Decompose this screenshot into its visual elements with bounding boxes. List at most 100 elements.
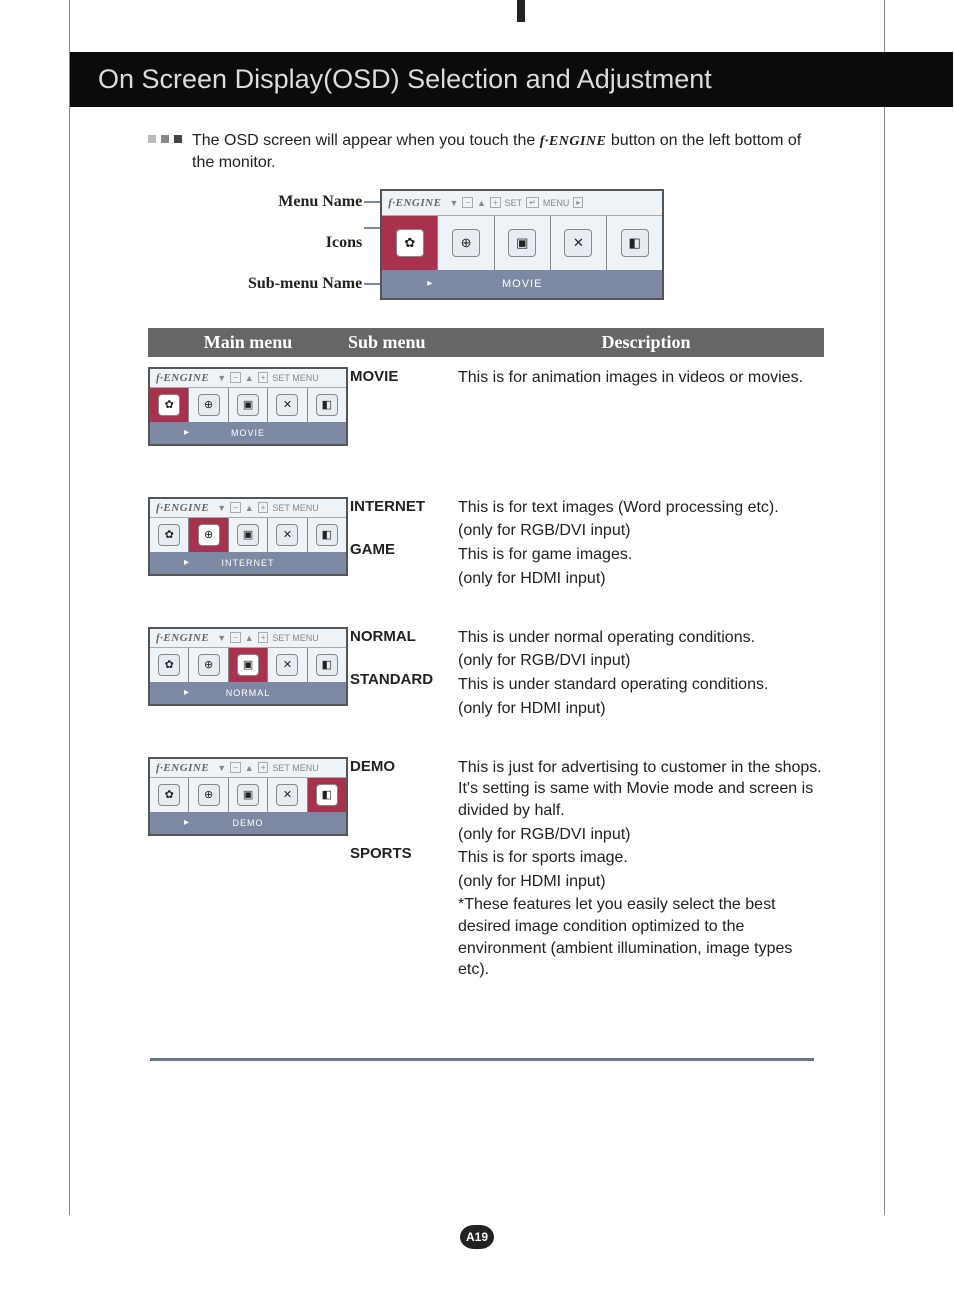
intro-part-a: The OSD screen will appear when you touc… — [192, 132, 540, 149]
submenu-label: NORMAL — [350, 627, 452, 647]
footnote-text: *These features let you easily select th… — [458, 894, 824, 980]
x-box-icon: ✕ — [276, 654, 298, 676]
table-row: f·ENGINE▼− ▲+ SET MENU ✿ ⊕ ▣ ✕ ◧ NORMAL … — [148, 627, 824, 747]
film-reel-icon: ✿ — [158, 524, 180, 546]
osd-nav-icons: ▼− ▲+ SET ↵ MENU▸ — [449, 197, 583, 208]
osd-submenu-bar: MOVIE — [150, 422, 346, 444]
osd-screenshot-large: f·ENGINE ▼− ▲+ SET ↵ MENU▸ ✿ ⊕ ▣ ✕ ◧ MOV… — [380, 189, 664, 300]
osd-submenu-bar: INTERNET — [150, 552, 346, 574]
film-reel-icon: ✿ — [158, 394, 180, 416]
desc-note: (only for RGB/DVI input) — [458, 824, 824, 846]
globe-icon: ⊕ — [452, 229, 480, 257]
submenu-col: MOVIE — [350, 367, 452, 487]
table-row: f·ENGINE▼− ▲+ SET MENU ✿ ⊕ ▣ ✕ ◧ INTERNE… — [148, 497, 824, 617]
tick-icon — [174, 135, 182, 143]
desc-text: This is under standard operating conditi… — [458, 674, 824, 696]
crop-frame: On Screen Display(OSD) Selection and Adj… — [69, 0, 885, 1215]
fengine-logo: f·ENGINE — [156, 762, 209, 774]
fengine-logo: f·ENGINE — [388, 197, 441, 209]
desc-note: (only for HDMI input) — [458, 698, 824, 720]
desc-note: (only for HDMI input) — [458, 871, 824, 893]
desc-text: This is just for advertising to customer… — [458, 757, 824, 822]
submenu-col: DEMO SPORTS — [350, 757, 452, 983]
bullet-ticks — [148, 135, 182, 143]
description-col: This is for text images (Word processing… — [458, 497, 824, 617]
globe-icon: ⊕ — [198, 654, 220, 676]
fengine-logo: f·ENGINE — [156, 632, 209, 644]
osd-icon-demo: ✕ — [551, 216, 607, 270]
user-icon: ▣ — [237, 784, 259, 806]
table-header: Main menu Sub menu Description — [148, 328, 824, 357]
fengine-inline-logo: f·ENGINE — [540, 134, 607, 149]
user-icon: ▣ — [237, 394, 259, 416]
film-reel-icon: ✿ — [158, 784, 180, 806]
osd-icon-internet: ⊕ — [438, 216, 494, 270]
label-icons: Icons — [248, 215, 362, 271]
main-menu-thumb: f·ENGINE▼− ▲+ SET MENU ✿ ⊕ ▣ ✕ ◧ NORMAL — [148, 627, 344, 747]
title-banner: On Screen Display(OSD) Selection and Adj… — [70, 52, 953, 107]
osd-header: f·ENGINE ▼− ▲+ SET ↵ MENU▸ — [382, 191, 662, 216]
main-menu-thumb: f·ENGINE▼− ▲+ SET MENU ✿ ⊕ ▣ ✕ ◧ DEMO — [148, 757, 344, 983]
description-col: This is for animation images in videos o… — [458, 367, 824, 487]
fengine-logo: f·ENGINE — [156, 502, 209, 514]
intro: The OSD screen will appear when you touc… — [148, 130, 824, 175]
user-icon: ▣ — [237, 654, 259, 676]
table-row: f·ENGINE▼− ▲+ SET MENU ✿ ⊕ ▣ ✕ ◧ MOVIE M… — [148, 367, 824, 487]
th-main-menu: Main menu — [148, 332, 348, 353]
split-icon: ◧ — [316, 784, 338, 806]
desc-text: This is for text images (Word processing… — [458, 497, 824, 519]
globe-icon: ⊕ — [198, 394, 220, 416]
submenu-label: INTERNET — [350, 497, 452, 517]
osd-icon-row: ✿ ⊕ ▣ ✕ ◧ — [382, 216, 662, 270]
submenu-label: GAME — [350, 540, 452, 560]
film-reel-icon: ✿ — [396, 229, 424, 257]
osd-submenu-bar: NORMAL — [150, 682, 346, 704]
user-icon: ▣ — [508, 229, 536, 257]
page-number-badge: A19 — [460, 1225, 494, 1249]
osd-submenu-bar: MOVIE — [382, 270, 662, 298]
label-menu-name: Menu Name — [248, 189, 362, 215]
submenu-label: DEMO — [350, 757, 452, 777]
diagram-labels: Menu Name Icons Sub-menu Name — [248, 189, 362, 297]
desc-note: (only for RGB/DVI input) — [458, 650, 824, 672]
x-box-icon: ✕ — [276, 784, 298, 806]
split-icon: ◧ — [621, 229, 649, 257]
desc-text: This is under normal operating condition… — [458, 627, 824, 649]
page-title: On Screen Display(OSD) Selection and Adj… — [70, 52, 953, 95]
submenu-col: NORMAL STANDARD — [350, 627, 452, 747]
x-box-icon: ✕ — [276, 524, 298, 546]
th-description: Description — [468, 332, 824, 353]
th-sub-menu: Sub menu — [348, 332, 468, 353]
osd-diagram: Menu Name Icons Sub-menu Name f·ENGINE ▼… — [248, 189, 824, 300]
osd-icon-movie: ✿ — [382, 216, 438, 270]
tick-icon — [148, 135, 156, 143]
description-col: This is just for advertising to customer… — [458, 757, 824, 983]
x-box-icon: ✕ — [564, 229, 592, 257]
globe-icon: ⊕ — [198, 524, 220, 546]
submenu-col: INTERNET GAME — [350, 497, 452, 617]
desc-text: This is for sports image. — [458, 847, 824, 869]
user-icon: ▣ — [237, 524, 259, 546]
description-col: This is under normal operating condition… — [458, 627, 824, 747]
label-submenu-name: Sub-menu Name — [248, 271, 362, 297]
desc-text: This is for animation images in videos o… — [458, 367, 824, 389]
submenu-label: SPORTS — [350, 844, 452, 864]
split-icon: ◧ — [316, 654, 338, 676]
content: The OSD screen will appear when you touc… — [148, 130, 824, 983]
x-box-icon: ✕ — [276, 394, 298, 416]
table-row: f·ENGINE▼− ▲+ SET MENU ✿ ⊕ ▣ ✕ ◧ DEMO DE… — [148, 757, 824, 983]
page: On Screen Display(OSD) Selection and Adj… — [0, 0, 954, 1305]
globe-icon: ⊕ — [198, 784, 220, 806]
osd-icon-normal: ▣ — [495, 216, 551, 270]
film-reel-icon: ✿ — [158, 654, 180, 676]
desc-text: This is for game images. — [458, 544, 824, 566]
desc-note: (only for RGB/DVI input) — [458, 520, 824, 542]
main-menu-thumb: f·ENGINE▼− ▲+ SET MENU ✿ ⊕ ▣ ✕ ◧ INTERNE… — [148, 497, 344, 617]
split-icon: ◧ — [316, 524, 338, 546]
desc-note: (only for HDMI input) — [458, 568, 824, 590]
section-rule — [150, 1058, 814, 1061]
submenu-label: MOVIE — [350, 367, 452, 387]
fengine-logo: f·ENGINE — [156, 372, 209, 384]
osd-submenu-bar: DEMO — [150, 812, 346, 834]
osd-icon-extra: ◧ — [607, 216, 662, 270]
